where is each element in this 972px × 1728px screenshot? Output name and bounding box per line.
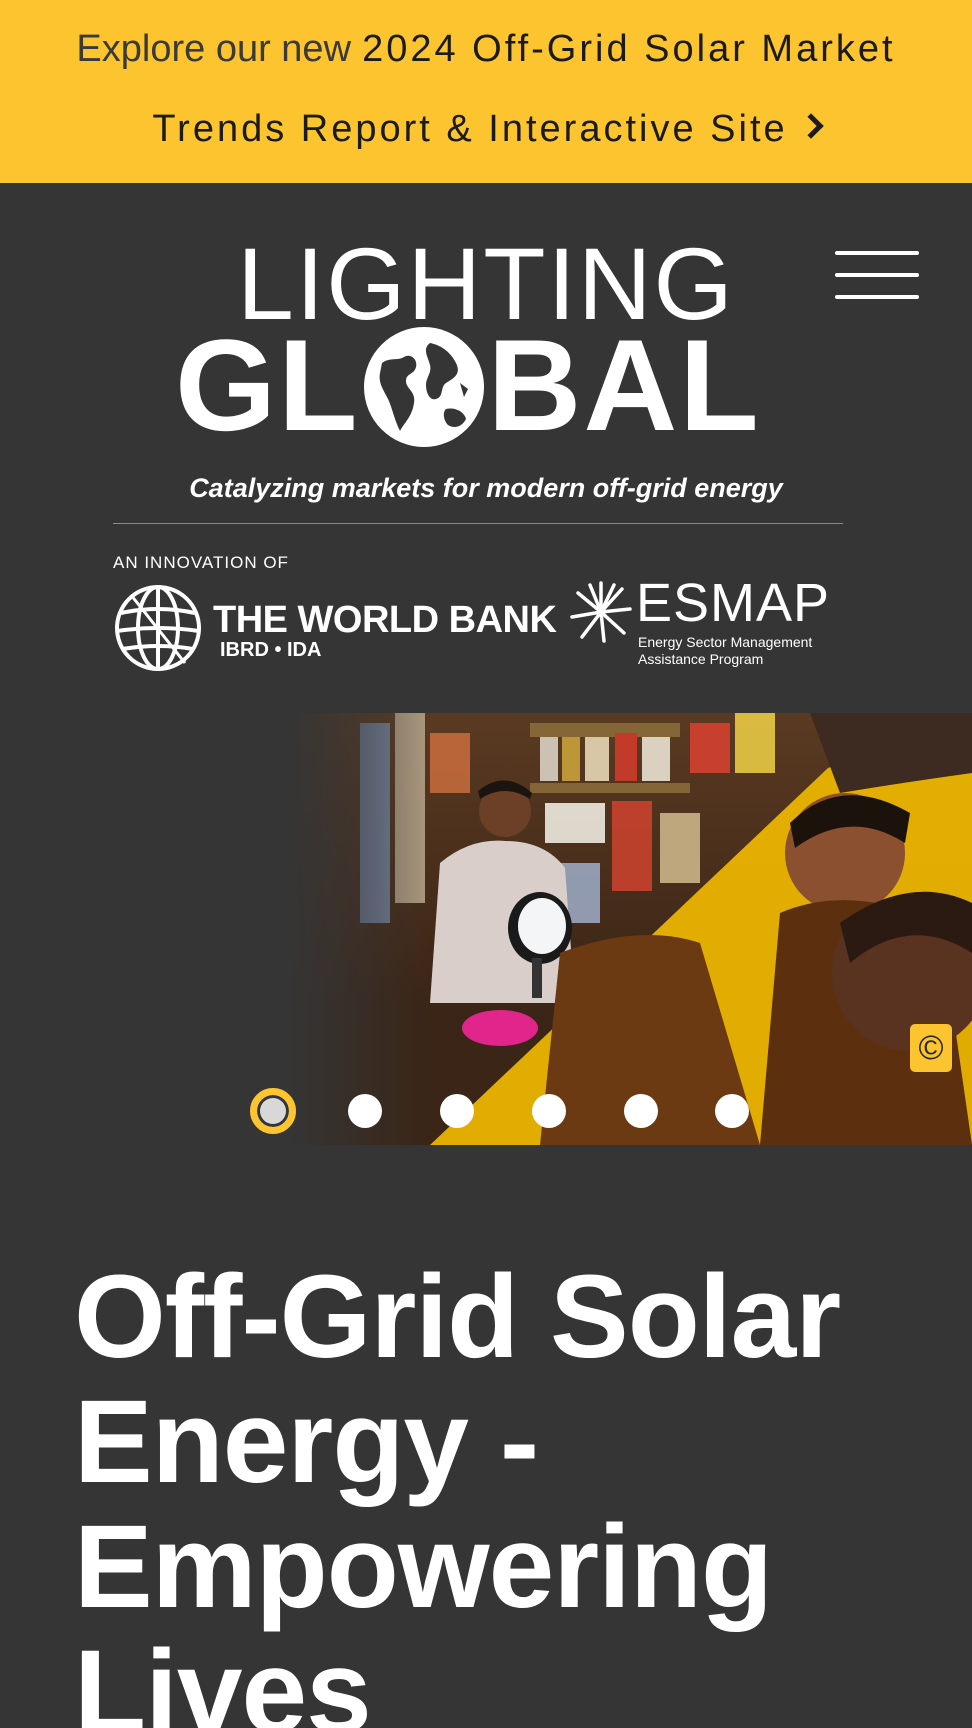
carousel-dot-4[interactable] (532, 1094, 566, 1128)
innovation-label: AN INNOVATION OF (113, 553, 289, 572)
carousel-dot-5[interactable] (624, 1094, 658, 1128)
hero-carousel[interactable]: © (0, 713, 972, 1145)
starburst-icon (570, 581, 632, 643)
page-headline: Off-Grid Solar Energy - Empowering Lives (74, 1251, 841, 1728)
esmap-name: ESMAP (636, 573, 831, 633)
banner-line-2: Trends Report & Interactive Site (0, 108, 972, 151)
hero-image (290, 713, 972, 1145)
world-bank-name: THE WORLD BANK (213, 599, 557, 641)
copyright-icon[interactable]: © (910, 1024, 952, 1072)
site-header: LIGHTING GL BAL Catalyzing markets for m… (0, 183, 972, 713)
logo-tagline: Catalyzing markets for modern off-grid e… (189, 473, 783, 503)
carousel-dot-6[interactable] (715, 1094, 749, 1128)
chevron-right-icon (797, 113, 824, 139)
world-bank-sub: IBRD • IDA (220, 639, 322, 661)
carousel-pagination (0, 1088, 972, 1134)
carousel-dot-2[interactable] (348, 1094, 382, 1128)
carousel-dot-3[interactable] (440, 1094, 474, 1128)
logo-global-left: GL (175, 312, 360, 458)
header-divider (113, 523, 843, 524)
esmap-sub-line-2: Assistance Program (638, 651, 764, 667)
carousel-dot-1[interactable] (250, 1088, 296, 1134)
banner-report-subtitle: Trends Report & Interactive Site (152, 108, 788, 150)
esmap-logo[interactable]: ESMAP Energy Sector Management Assistanc… (570, 576, 845, 676)
logo-global-right: BAL (487, 312, 761, 458)
world-bank-globe-icon (115, 585, 201, 671)
logo-global-text[interactable]: GL BAL (175, 320, 761, 450)
banner-lead-text: Explore our new (76, 28, 352, 70)
banner-report-title: 2024 Off-Grid Solar Market (362, 28, 896, 70)
globe-icon (363, 327, 484, 447)
announcement-banner[interactable]: Explore our new 2024 Off-Grid Solar Mark… (0, 0, 972, 183)
esmap-sub-line-1: Energy Sector Management (638, 634, 813, 650)
banner-line-1: Explore our new 2024 Off-Grid Solar Mark… (0, 28, 972, 71)
